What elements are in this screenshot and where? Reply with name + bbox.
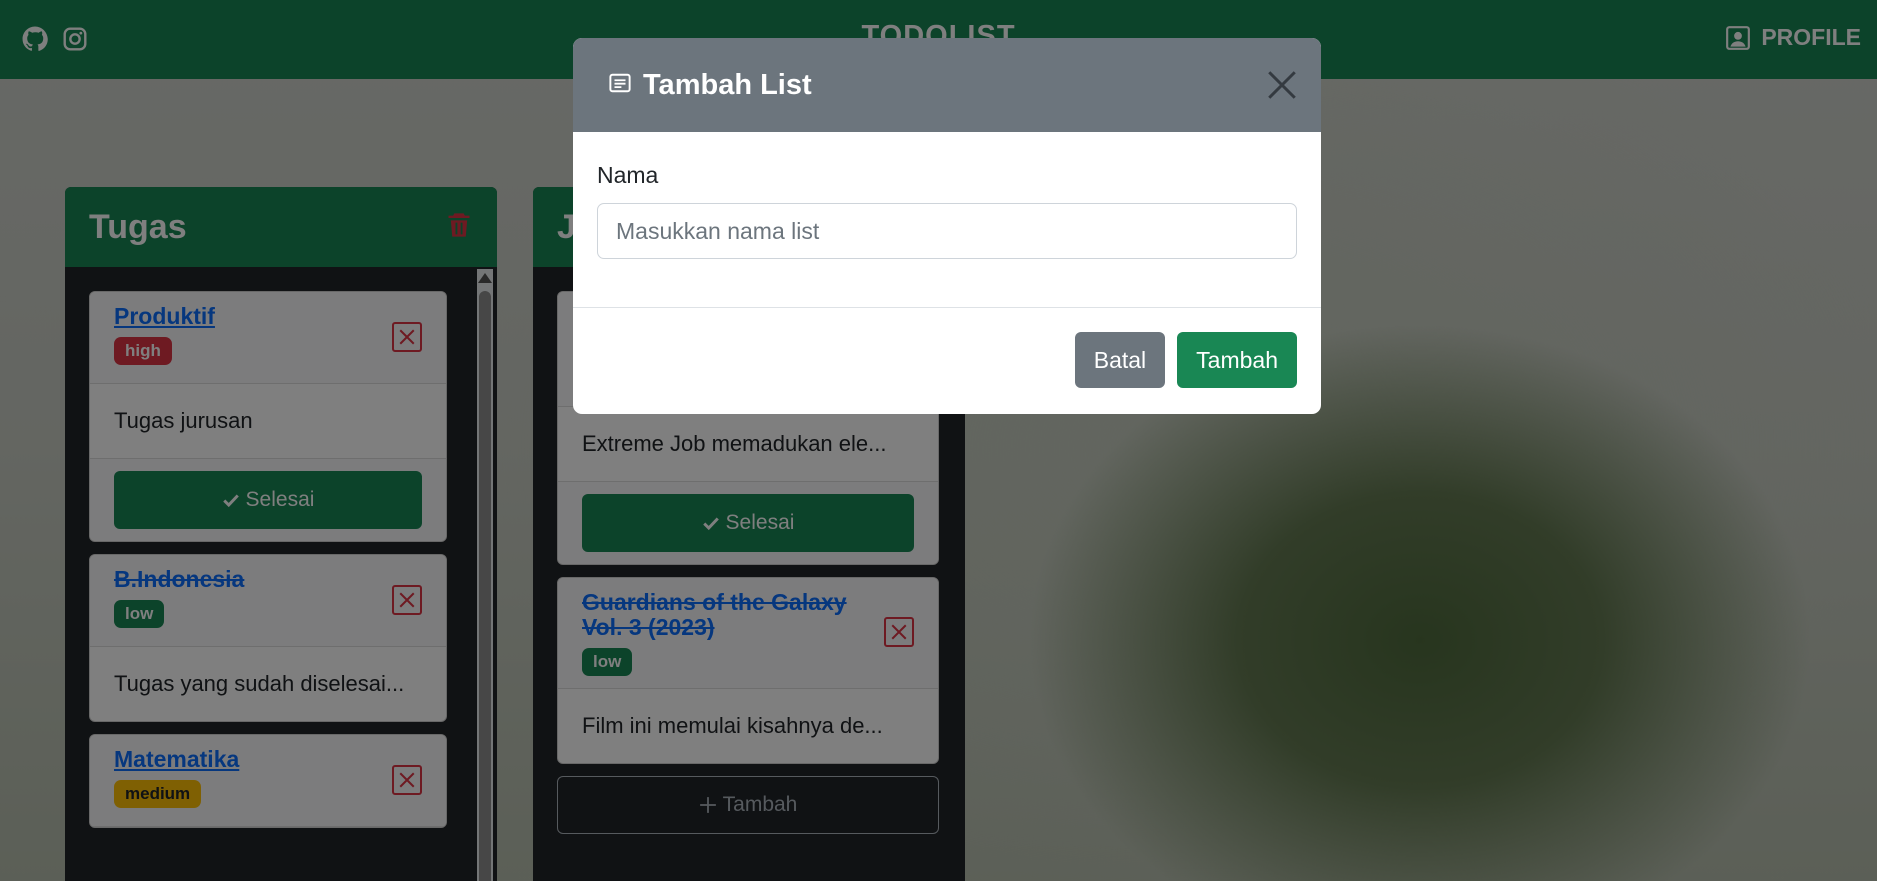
modal-title: Tambah List <box>643 68 812 101</box>
modal-header: Tambah List <box>573 38 1321 132</box>
modal-footer: Batal Tambah <box>573 308 1321 412</box>
list-icon <box>609 72 631 99</box>
cancel-button[interactable]: Batal <box>1074 332 1166 388</box>
add-list-modal: Tambah List Nama Batal Tambah <box>573 38 1321 414</box>
list-name-input[interactable] <box>597 203 1297 259</box>
modal-close-button[interactable] <box>1265 68 1299 102</box>
submit-button[interactable]: Tambah <box>1177 332 1297 388</box>
modal-body: Nama <box>573 132 1321 308</box>
close-icon <box>1268 71 1296 99</box>
list-name-label: Nama <box>597 162 659 188</box>
